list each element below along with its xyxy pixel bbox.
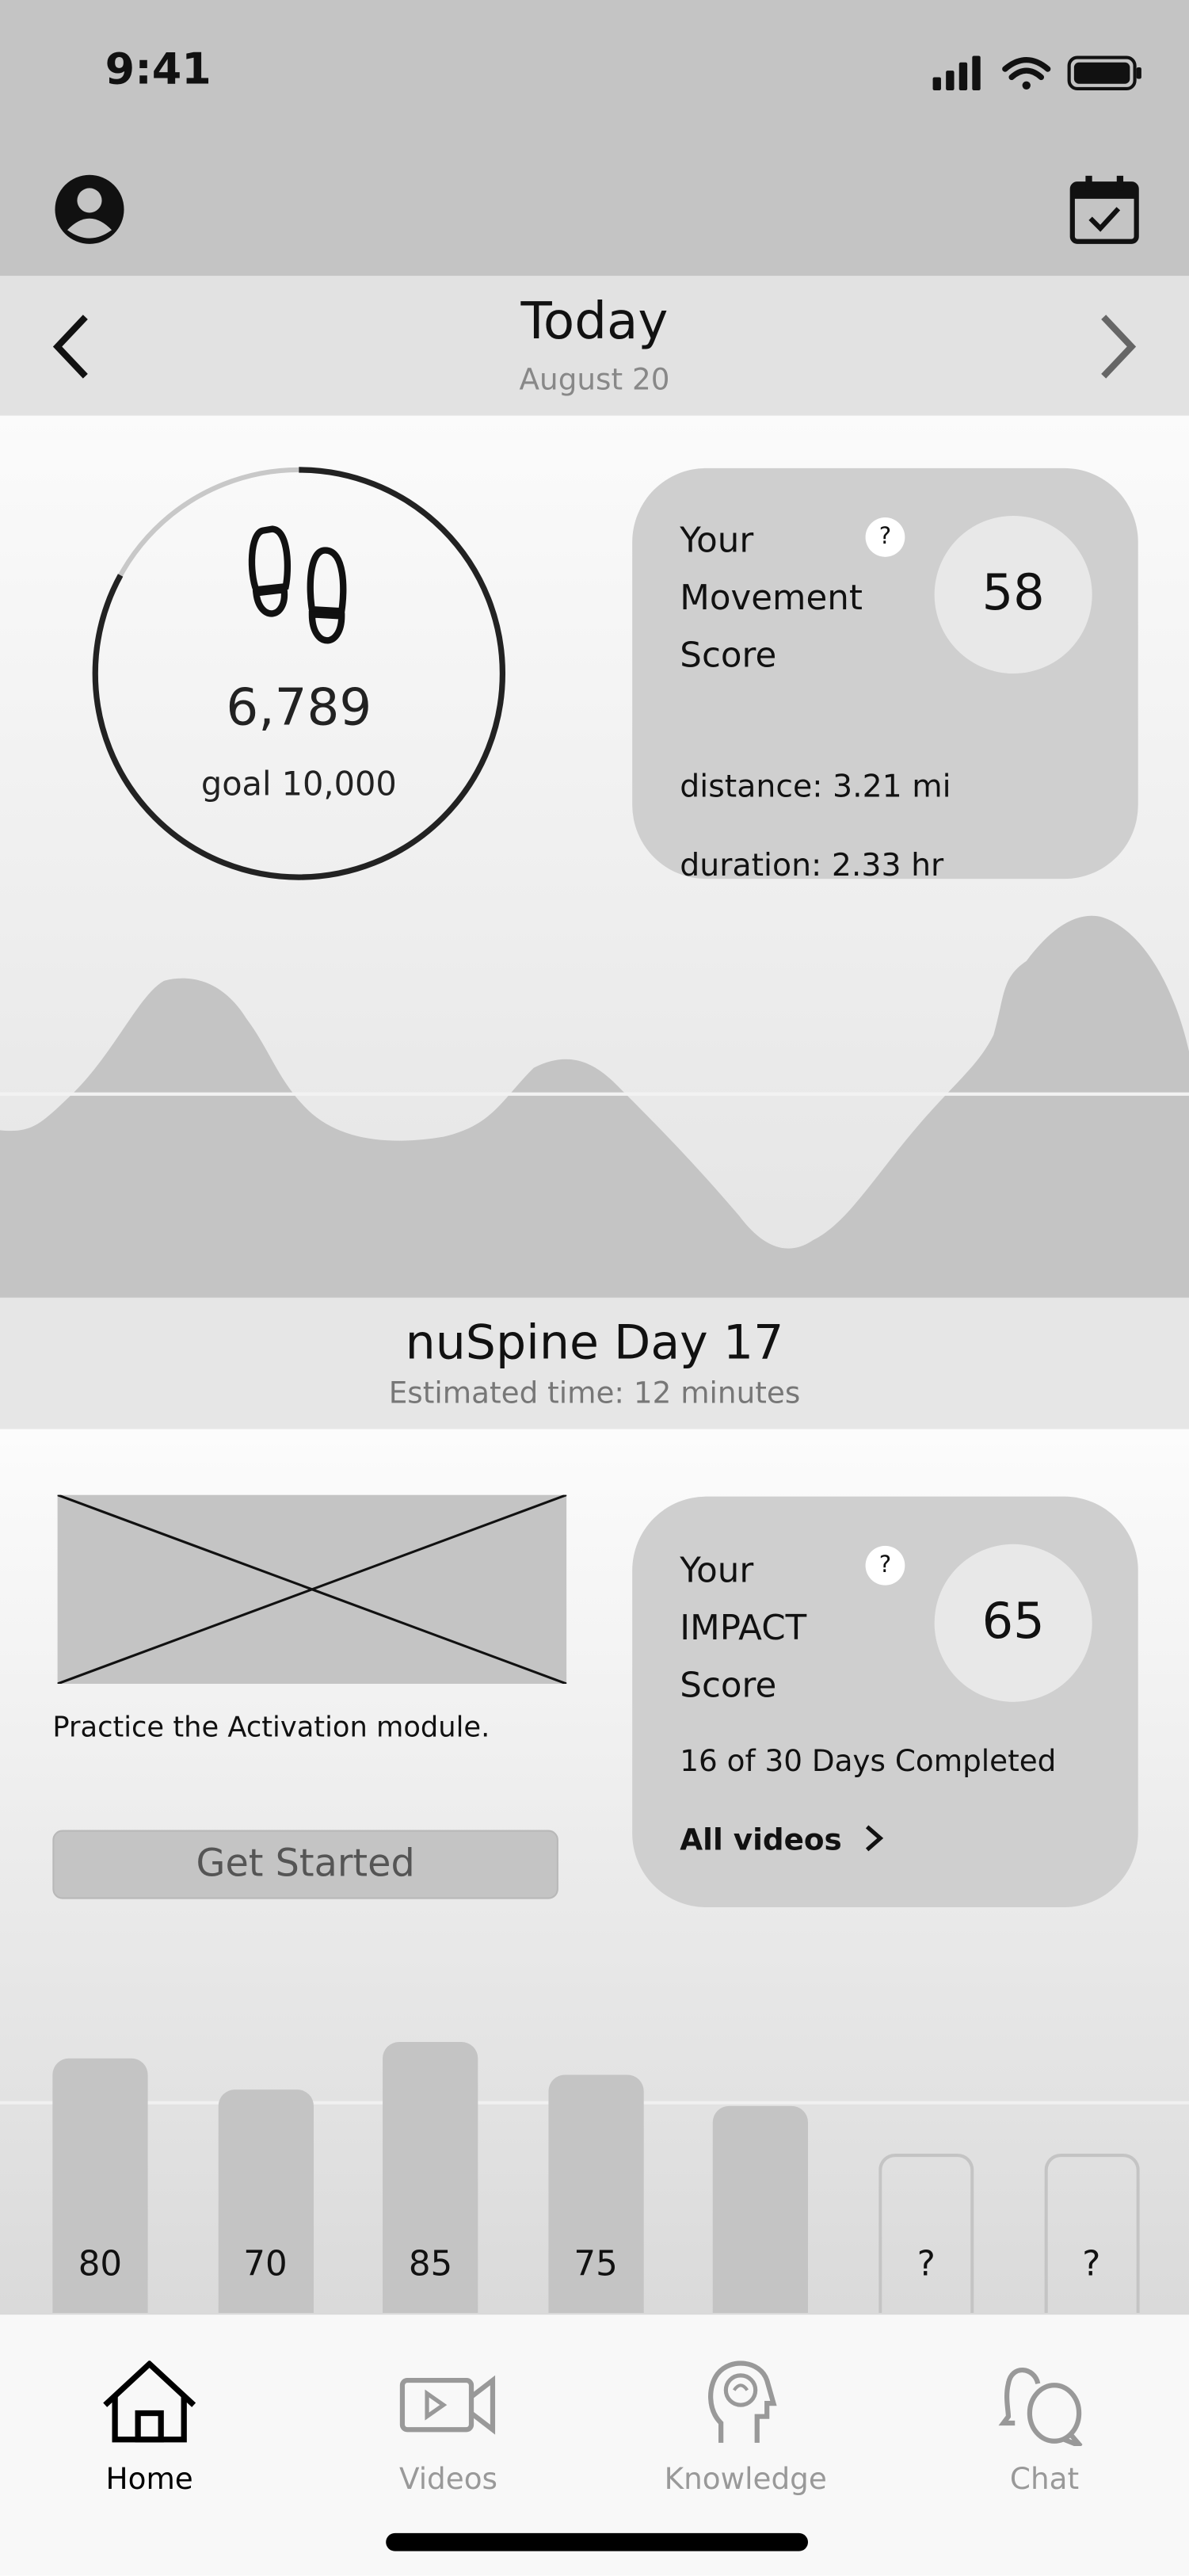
score-bar-label: 80 bbox=[78, 2243, 123, 2284]
score-bar[interactable]: 85 bbox=[383, 2042, 478, 2314]
movement-duration: duration: 2.33 hr bbox=[680, 847, 944, 884]
bottom-tab-bar: Home Videos Knowledge Chat bbox=[0, 2313, 1189, 2576]
profile-icon[interactable] bbox=[54, 174, 124, 245]
score-bar[interactable]: 70 bbox=[217, 2089, 314, 2314]
movement-score-value: 58 bbox=[934, 515, 1092, 674]
header-bar: 9:41 bbox=[0, 0, 1189, 277]
score-bar-label: ? bbox=[1082, 2243, 1101, 2284]
program-title: nuSpine Day 17 bbox=[405, 1314, 784, 1371]
movement-help-icon[interactable]: ? bbox=[865, 517, 905, 557]
lesson-section: Practice the Activation module. Get Star… bbox=[0, 1429, 1189, 2314]
tab-label: Videos bbox=[398, 2462, 497, 2498]
footprints-icon bbox=[248, 525, 347, 644]
signal-icon bbox=[932, 55, 981, 91]
calendar-check-icon[interactable] bbox=[1069, 174, 1140, 245]
score-bar[interactable]: ? bbox=[878, 2153, 974, 2314]
status-time: 9:41 bbox=[105, 46, 212, 96]
movement-title-line: Score bbox=[680, 635, 777, 676]
tab-chat[interactable]: Chat bbox=[929, 2360, 1159, 2497]
score-bar[interactable] bbox=[713, 2105, 809, 2314]
movement-title-line: Movement bbox=[680, 578, 863, 618]
movement-card-title: Your Movement Score bbox=[680, 513, 863, 685]
date-title: Today bbox=[520, 292, 669, 352]
home-icon bbox=[103, 2360, 196, 2443]
home-indicator bbox=[386, 2532, 809, 2551]
date-subtitle: August 20 bbox=[519, 363, 670, 398]
chevron-right-icon[interactable] bbox=[1097, 312, 1140, 381]
status-icons bbox=[932, 55, 1141, 91]
score-bar-label: ? bbox=[917, 2243, 936, 2284]
date-navigator: Today August 20 bbox=[0, 276, 1189, 416]
movement-title-line: Your bbox=[680, 521, 754, 560]
score-bar[interactable]: ? bbox=[1043, 2153, 1139, 2314]
tab-label: Chat bbox=[1009, 2462, 1080, 2498]
score-history-bars: 80 70 85 75?? bbox=[0, 1429, 1189, 2314]
steps-goal: goal 10,000 bbox=[200, 764, 397, 803]
tab-label: Home bbox=[105, 2462, 193, 2498]
activity-section: 6,789 goal 10,000 Your Movement Score ? … bbox=[0, 415, 1189, 1298]
wifi-icon bbox=[1002, 57, 1051, 90]
score-bar-label: 70 bbox=[243, 2243, 288, 2284]
brain-head-icon bbox=[708, 2360, 777, 2443]
tab-home[interactable]: Home bbox=[35, 2360, 265, 2497]
tab-label: Knowledge bbox=[664, 2462, 827, 2498]
movement-score-card[interactable]: Your Movement Score ? 58 distance: 3.21 … bbox=[632, 467, 1138, 883]
score-bar-label: 85 bbox=[408, 2243, 453, 2284]
steps-count: 6,789 bbox=[226, 678, 372, 738]
tab-videos[interactable]: Videos bbox=[333, 2360, 563, 2497]
activity-wave-area bbox=[0, 915, 1189, 1298]
video-camera-icon bbox=[399, 2375, 496, 2435]
chat-bubbles-icon bbox=[998, 2368, 1083, 2448]
tab-knowledge[interactable]: Knowledge bbox=[631, 2360, 860, 2497]
program-subtitle: Estimated time: 12 minutes bbox=[388, 1376, 801, 1411]
movement-distance: distance: 3.21 mi bbox=[680, 769, 951, 805]
app-screen: 9:41 Today August 20 6,789 goal 10,000 Y… bbox=[0, 0, 1189, 2576]
score-bar[interactable]: 80 bbox=[52, 2058, 148, 2314]
score-bar-label: 75 bbox=[574, 2243, 618, 2284]
program-banner: nuSpine Day 17 Estimated time: 12 minute… bbox=[0, 1297, 1189, 1429]
score-bar[interactable]: 75 bbox=[548, 2074, 644, 2314]
battery-icon bbox=[1067, 55, 1141, 91]
